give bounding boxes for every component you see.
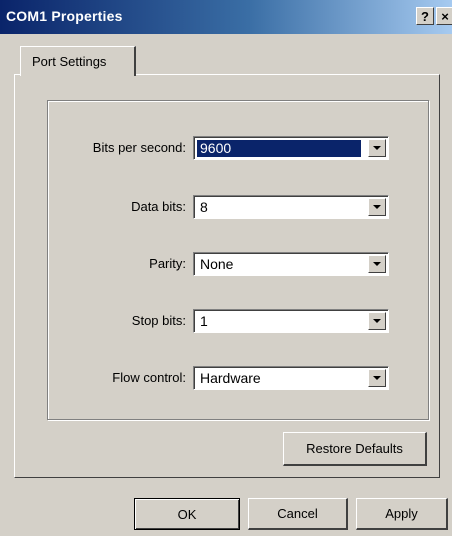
chevron-down-icon bbox=[373, 204, 381, 209]
flow-control-select[interactable]: Hardware bbox=[193, 366, 389, 390]
apply-button[interactable]: Apply bbox=[356, 498, 448, 530]
help-button[interactable]: ? bbox=[416, 7, 434, 25]
cancel-button[interactable]: Cancel bbox=[248, 498, 348, 530]
bits-per-second-value: 9600 bbox=[197, 140, 361, 157]
dropdown-button[interactable] bbox=[368, 198, 386, 216]
stop-bits-value: 1 bbox=[200, 313, 208, 329]
ok-button[interactable]: OK bbox=[134, 498, 240, 530]
flow-control-label: Flow control: bbox=[112, 370, 186, 385]
data-bits-value: 8 bbox=[200, 199, 208, 215]
flow-control-value: Hardware bbox=[200, 370, 261, 386]
stop-bits-label: Stop bits: bbox=[131, 313, 186, 328]
dropdown-button[interactable] bbox=[368, 139, 386, 157]
window-title: COM1 Properties bbox=[6, 8, 123, 24]
dropdown-button[interactable] bbox=[368, 255, 386, 273]
chevron-down-icon bbox=[373, 318, 381, 323]
data-bits-label: Data bits: bbox=[131, 199, 186, 214]
dropdown-button[interactable] bbox=[368, 369, 386, 387]
parity-value: None bbox=[200, 256, 234, 272]
parity-select[interactable]: None bbox=[193, 252, 389, 276]
close-icon: × bbox=[441, 8, 449, 24]
chevron-down-icon bbox=[373, 375, 381, 380]
bits-per-second-label: Bits per second: bbox=[92, 140, 186, 155]
chevron-down-icon bbox=[373, 261, 381, 266]
title-bar[interactable]: COM1 Properties ? × bbox=[0, 0, 452, 34]
restore-defaults-button[interactable]: Restore Defaults bbox=[283, 432, 427, 466]
parity-label: Parity: bbox=[149, 256, 186, 271]
stop-bits-select[interactable]: 1 bbox=[193, 309, 389, 333]
close-button[interactable]: × bbox=[436, 7, 452, 25]
chevron-down-icon bbox=[373, 145, 381, 150]
help-icon: ? bbox=[421, 8, 429, 24]
com1-properties-dialog: COM1 Properties ? × Port Settings Bits p… bbox=[0, 0, 452, 536]
tab-port-settings[interactable]: Port Settings bbox=[20, 46, 136, 76]
dropdown-button[interactable] bbox=[368, 312, 386, 330]
data-bits-select[interactable]: 8 bbox=[193, 195, 389, 219]
bits-per-second-select[interactable]: 9600 bbox=[193, 136, 389, 160]
